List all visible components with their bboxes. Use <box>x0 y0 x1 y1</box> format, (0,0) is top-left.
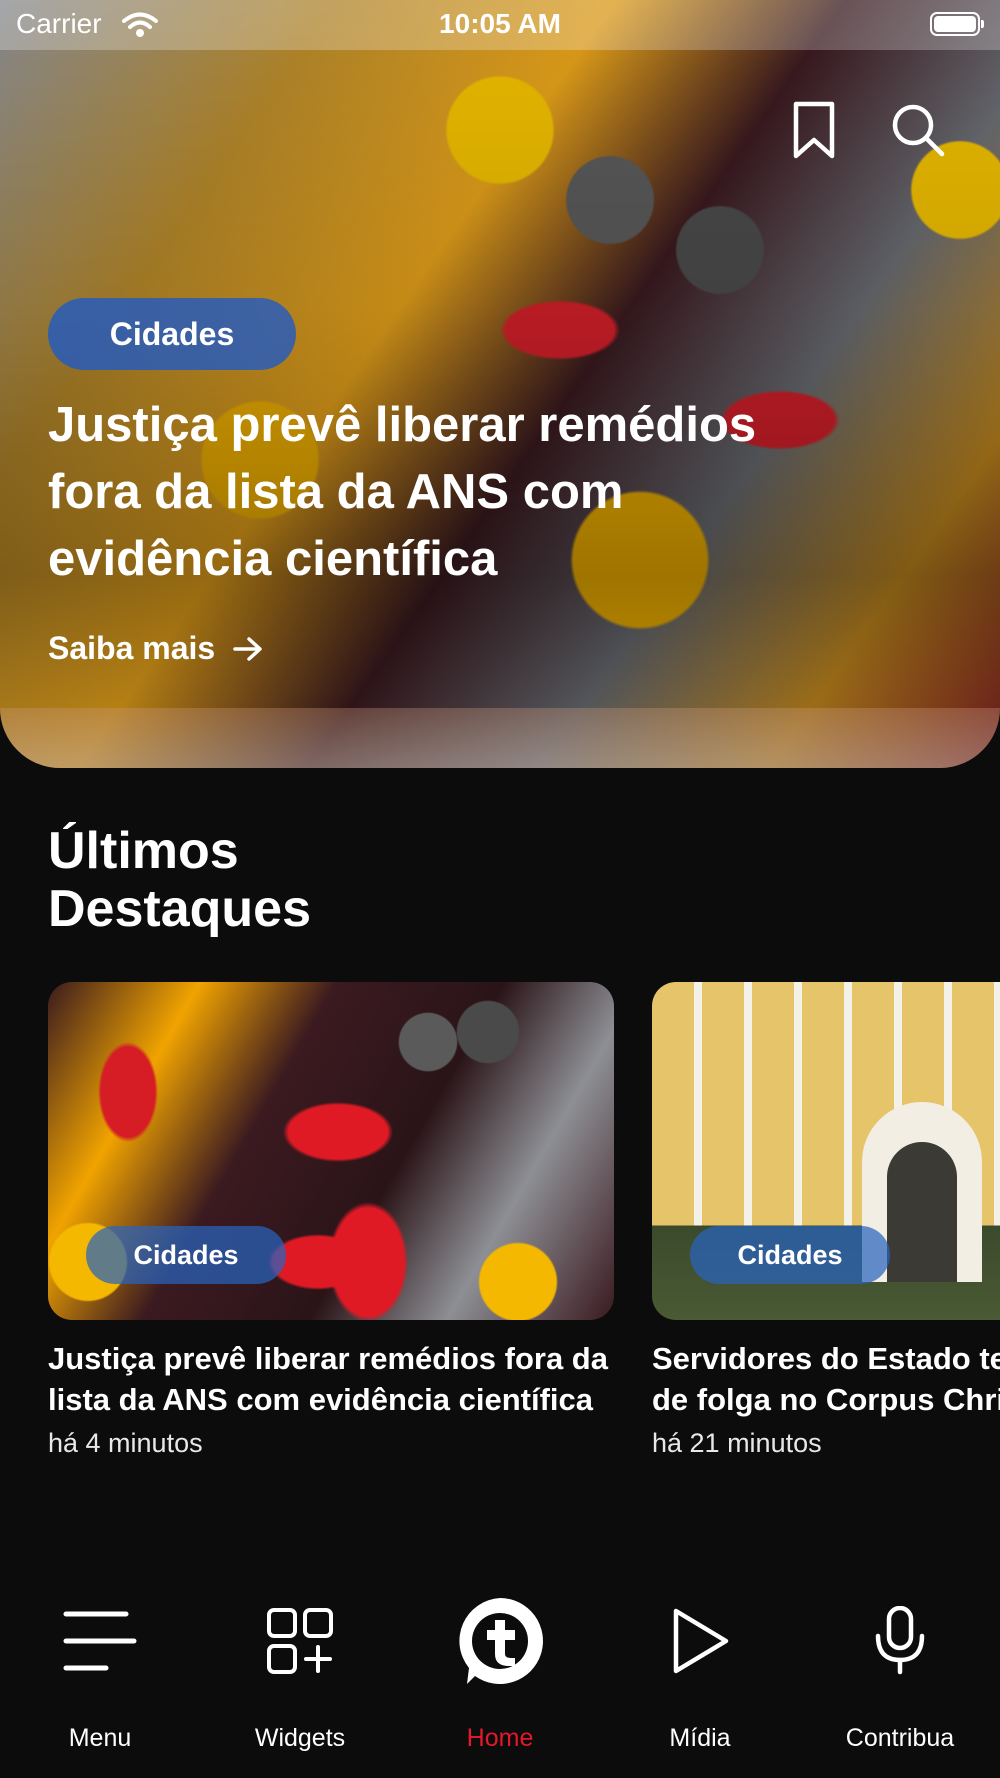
hero-category-badge[interactable]: Cidades <box>48 298 296 370</box>
tab-contribua[interactable]: Contribua <box>800 1560 1000 1778</box>
hero-bottom-fade <box>0 708 1000 768</box>
tab-label: Contribua <box>845 1724 955 1752</box>
status-time: 10:05 AM <box>439 8 561 39</box>
bookmark-icon <box>793 101 835 159</box>
tab-label: Widgets <box>254 1724 346 1752</box>
tab-label: Menu <box>68 1724 132 1752</box>
card-title[interactable]: Justiça prevê liberar remédios fora da l… <box>48 1338 648 1420</box>
status-bar: Carrier 10:05 AM <box>0 0 1000 50</box>
saiba-mais-link[interactable]: Saiba mais <box>48 630 263 667</box>
card-title[interactable]: Servidores do Estado terão quatro dias d… <box>652 1338 1000 1420</box>
tab-midia[interactable]: Mídia <box>600 1560 800 1778</box>
bottom-tab-bar: Menu Widgets Home Mídia Contribua <box>0 1560 1000 1778</box>
hero-banner[interactable]: Carrier 10:05 AM Cidades Justiça prevê l… <box>0 0 1000 768</box>
battery-icon <box>930 12 984 36</box>
section-title-line1: Últimos <box>48 822 239 880</box>
section-title: Últimos Destaques <box>48 822 548 938</box>
search-button[interactable] <box>886 98 950 162</box>
play-icon <box>600 1596 800 1686</box>
card-category-badge[interactable]: Cidades <box>86 1226 286 1284</box>
saiba-mais-label: Saiba mais <box>48 630 216 666</box>
section-title-line2: Destaques <box>48 880 311 938</box>
microphone-icon <box>800 1596 1000 1686</box>
tab-widgets[interactable]: Widgets <box>200 1560 400 1778</box>
tab-menu[interactable]: Menu <box>0 1560 200 1778</box>
logo-t-icon <box>400 1596 600 1686</box>
menu-icon <box>0 1596 200 1686</box>
card-timestamp: há 21 minutos <box>652 1428 822 1458</box>
arrow-right-icon <box>233 636 262 661</box>
news-card[interactable]: Cidades Justiça prevê liberar remédios f… <box>48 982 614 1459</box>
card-image[interactable]: Cidades <box>48 982 614 1320</box>
tab-label: Mídia <box>669 1724 731 1752</box>
tab-label: Home <box>466 1724 534 1752</box>
card-image[interactable]: Cidades <box>652 982 1000 1320</box>
bookmark-button[interactable] <box>782 98 846 162</box>
tab-home[interactable]: Home <box>400 1560 600 1778</box>
card-category-badge[interactable]: Cidades <box>690 1226 890 1284</box>
card-timestamp: há 4 minutos <box>48 1428 203 1458</box>
widgets-icon <box>200 1596 400 1686</box>
news-card[interactable]: Cidades Servidores do Estado terão quatr… <box>652 982 1000 1459</box>
hero-title[interactable]: Justiça prevê liberar remédios fora da l… <box>48 392 828 593</box>
highlights-carousel[interactable]: Cidades Justiça prevê liberar remédios f… <box>48 982 1000 1502</box>
search-icon <box>892 104 945 157</box>
